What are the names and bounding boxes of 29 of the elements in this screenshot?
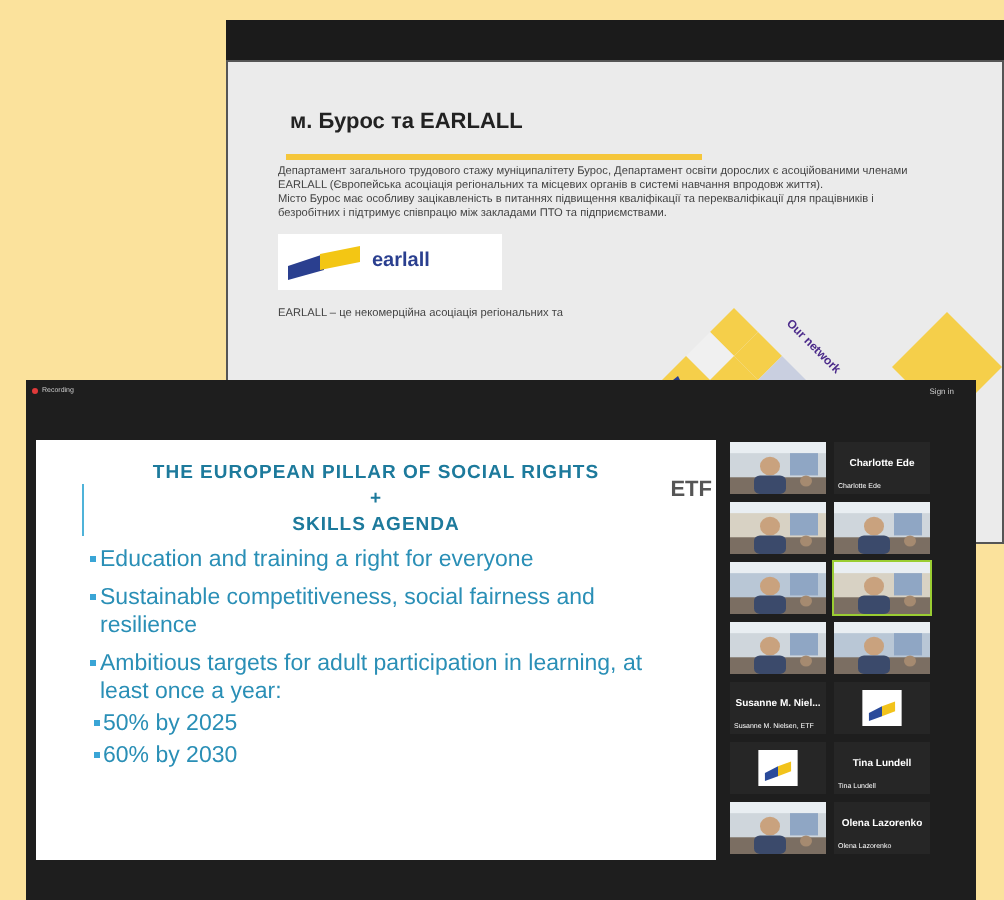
logo-icon — [862, 690, 902, 726]
video-tile[interactable] — [832, 500, 932, 556]
bullet-text: 60% by 2030 — [103, 742, 238, 770]
logo-tile[interactable] — [832, 680, 932, 736]
video-tile[interactable] — [728, 560, 828, 616]
slide-title: THE EUROPEAN PILLAR OF SOCIAL RIGHTS — [150, 460, 602, 486]
video-tile[interactable] — [728, 440, 828, 496]
video-tile[interactable] — [832, 560, 932, 616]
logo-icon — [284, 241, 364, 281]
bullet-text: 50% by 2025 — [103, 710, 238, 738]
logo-text: ETF — [670, 476, 712, 506]
logo-icon — [758, 750, 798, 786]
video-tile[interactable] — [728, 620, 828, 676]
bullet-text: Education and training a right for everyone — [100, 546, 534, 574]
bullet-icon — [90, 556, 96, 562]
video-tile[interactable] — [728, 800, 828, 856]
logo-text: earlall — [372, 248, 430, 276]
slide-title: SKILLS AGENDA — [290, 512, 462, 538]
bullet-icon — [90, 594, 96, 600]
slide-title: м. Бурос та EARLALL — [290, 108, 525, 138]
bullet-icon — [94, 752, 99, 757]
video-tile[interactable] — [728, 500, 828, 556]
video-tile[interactable] — [832, 620, 932, 676]
bullet-icon — [94, 720, 99, 725]
bullet-text: Sustainable competitiveness, social fairness and resilience — [100, 584, 597, 640]
bullet-icon — [90, 660, 96, 666]
slide-title: + — [367, 486, 385, 512]
bullet-text: Ambitious targets for adult participation in learning, at least once a year: — [100, 650, 645, 706]
logo-tile[interactable] — [728, 740, 828, 796]
